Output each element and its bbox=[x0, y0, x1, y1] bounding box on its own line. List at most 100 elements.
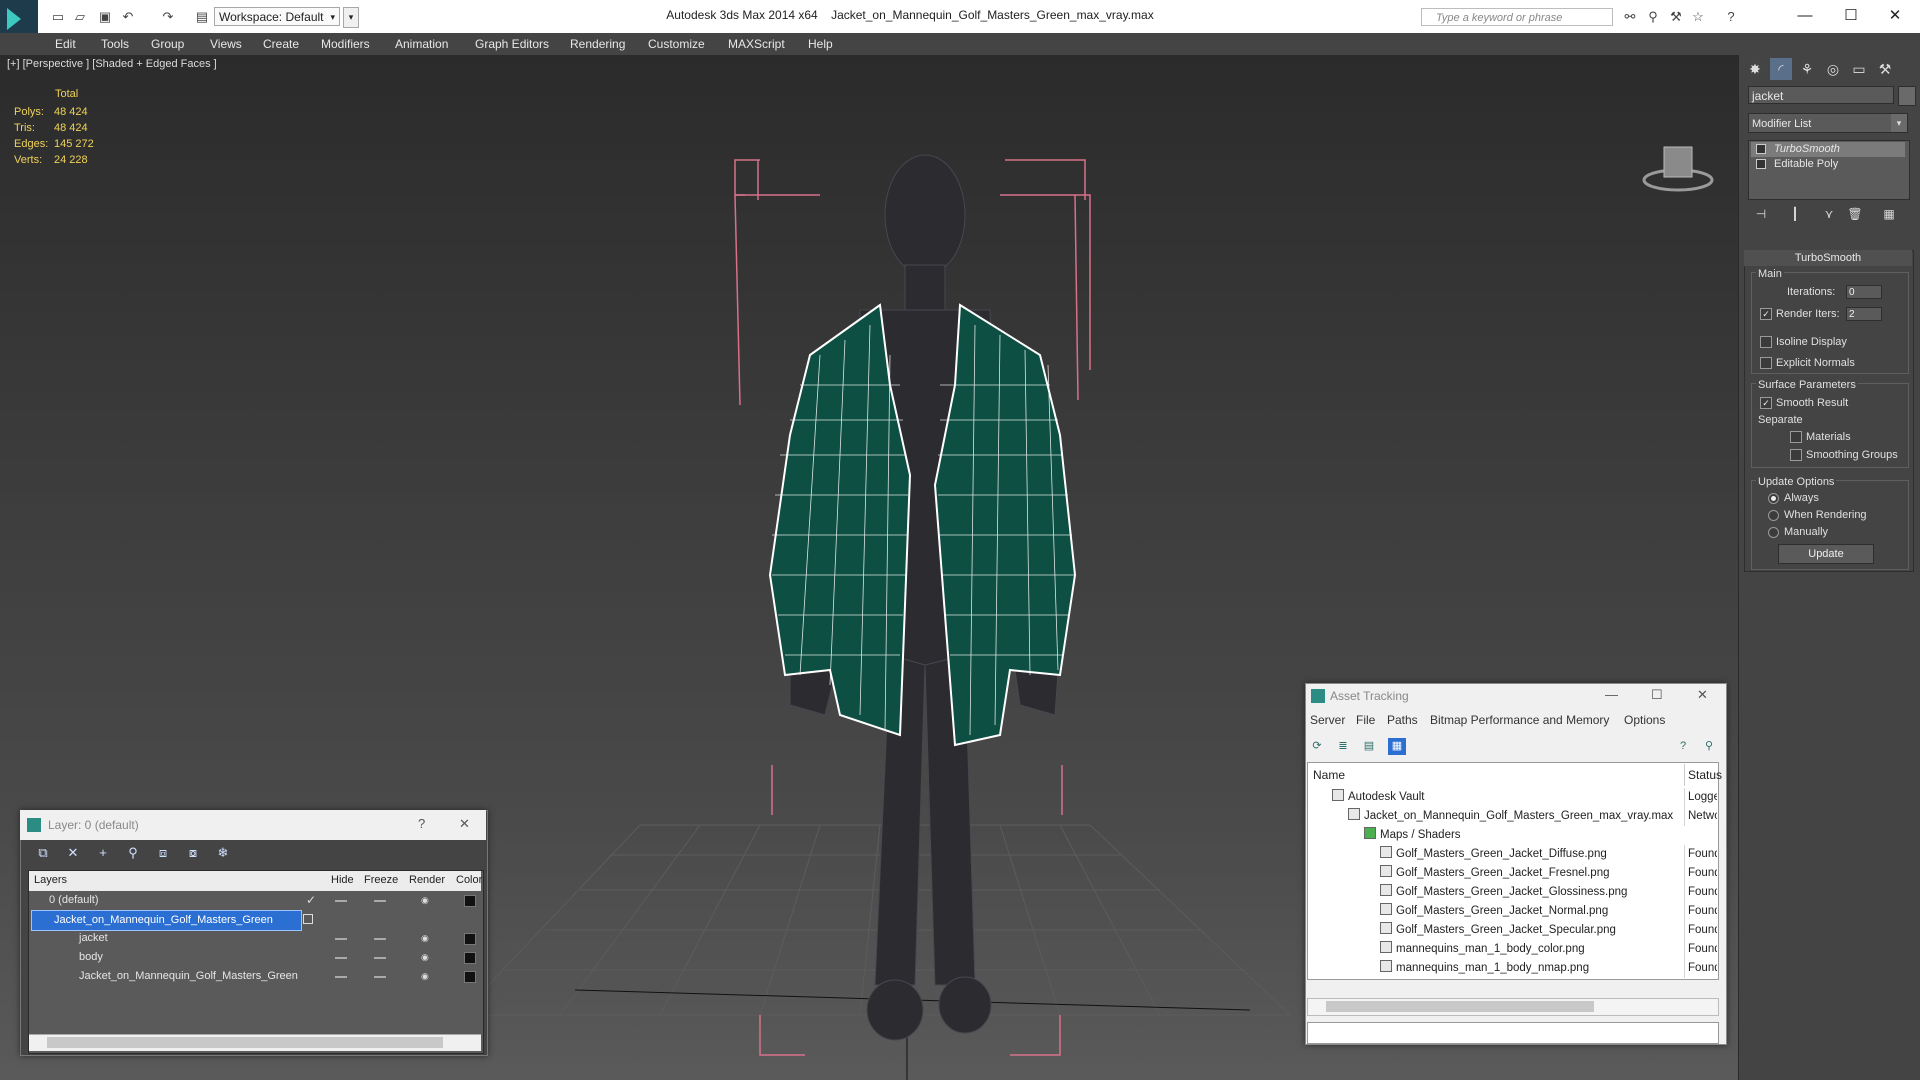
quick-access-customize-button[interactable]: ▾ bbox=[343, 7, 359, 28]
menu-create[interactable]: Create bbox=[263, 33, 299, 55]
stack-item-turbosmooth[interactable]: TurboSmooth bbox=[1751, 142, 1905, 157]
delete-layer-icon[interactable]: ✕ bbox=[62, 843, 84, 863]
display-tab-icon[interactable]: ▭ bbox=[1848, 58, 1870, 80]
menu-views[interactable]: Views bbox=[210, 33, 242, 55]
motion-tab-icon[interactable]: ◎ bbox=[1822, 58, 1844, 80]
freeze-toggle[interactable] bbox=[374, 957, 386, 959]
layer-color-swatch[interactable] bbox=[464, 952, 476, 964]
asset-path-field[interactable] bbox=[1307, 1022, 1719, 1044]
layer-horizontal-scrollbar[interactable] bbox=[29, 1034, 481, 1051]
freeze-toggle[interactable] bbox=[374, 900, 386, 902]
always-radio[interactable] bbox=[1768, 493, 1779, 504]
smooth-result-checkbox[interactable]: ✓ bbox=[1760, 397, 1772, 409]
asset-menu-bitmap-performance[interactable]: Bitmap Performance and Memory bbox=[1430, 713, 1609, 727]
scrollbar-thumb[interactable] bbox=[47, 1037, 443, 1048]
highlight-layer-icon[interactable]: ⧈ bbox=[152, 843, 174, 863]
render-teapot-icon[interactable]: ◉ bbox=[421, 891, 429, 910]
save-icon[interactable]: ▣ bbox=[97, 9, 113, 24]
menu-help[interactable]: Help bbox=[808, 33, 833, 55]
menu-graph-editors[interactable]: Graph Editors bbox=[475, 33, 549, 55]
smoothing-groups-checkbox[interactable] bbox=[1790, 449, 1802, 461]
asset-row[interactable]: Golf_Masters_Green_Jacket_Diffuse.png Fou… bbox=[1307, 845, 1717, 864]
show-end-result-icon[interactable]: ┃ bbox=[1786, 205, 1804, 223]
layer-col-render[interactable]: Render bbox=[409, 874, 445, 886]
layer-col-layers[interactable]: Layers bbox=[34, 874, 67, 886]
asset-col-status[interactable]: Status bbox=[1684, 764, 1722, 786]
modify-tab-icon[interactable]: ◜ bbox=[1770, 58, 1792, 80]
subscription-icon[interactable]: ⚒ bbox=[1668, 9, 1684, 24]
hide-toggle[interactable] bbox=[335, 900, 347, 902]
menu-group[interactable]: Group bbox=[151, 33, 184, 55]
menu-edit[interactable]: Edit bbox=[55, 33, 76, 55]
layer-row[interactable]: 0 (default) ✓ ◉ bbox=[29, 891, 481, 910]
create-tab-icon[interactable]: ✸ bbox=[1744, 58, 1766, 80]
search-input[interactable]: Type a keyword or phrase bbox=[1421, 8, 1613, 26]
asset-menu-paths[interactable]: Paths bbox=[1387, 713, 1418, 727]
freeze-toggle[interactable] bbox=[374, 938, 386, 940]
asset-menu-file[interactable]: File bbox=[1356, 713, 1375, 727]
current-layer-toggle[interactable] bbox=[303, 914, 313, 924]
isoline-display-checkbox[interactable] bbox=[1760, 336, 1772, 348]
menu-animation[interactable]: Animation bbox=[395, 33, 448, 55]
explicit-normals-checkbox[interactable] bbox=[1760, 357, 1772, 369]
add-to-layer-icon[interactable]: + bbox=[92, 843, 114, 863]
close-button[interactable]: ✕ bbox=[1876, 5, 1914, 27]
layer-row[interactable]: jacket ◉ bbox=[29, 929, 481, 948]
freeze-toggle[interactable] bbox=[374, 976, 386, 978]
viewport-label[interactable]: [+] [Perspective ] [Shaded + Edged Faces… bbox=[7, 58, 217, 70]
asset-row[interactable]: mannequins_man_1_body_nmap.png Found bbox=[1307, 959, 1717, 978]
layer-col-freeze[interactable]: Freeze bbox=[364, 874, 398, 886]
when-rendering-radio[interactable] bbox=[1768, 510, 1779, 521]
workspace-dropdown[interactable]: Workspace: Default ▾ bbox=[214, 7, 340, 26]
render-iters-spinner[interactable]: 2 bbox=[1846, 307, 1882, 321]
hide-toggle[interactable] bbox=[335, 976, 347, 978]
asset-row[interactable]: Maps / Shaders bbox=[1307, 826, 1717, 845]
new-file-icon[interactable]: ▭ bbox=[50, 9, 66, 24]
binoculars-icon[interactable]: ⚯ bbox=[1622, 9, 1638, 24]
project-folder-icon[interactable]: ▤ bbox=[194, 9, 210, 24]
asset-pin-icon[interactable]: ⚲ bbox=[1700, 738, 1718, 755]
favorites-icon[interactable]: ☆ bbox=[1690, 9, 1706, 24]
minimize-button[interactable]: — bbox=[1786, 5, 1824, 27]
thumbnail-view-icon[interactable]: ▤ bbox=[1360, 738, 1378, 755]
menu-maxscript[interactable]: MAXScript bbox=[728, 33, 785, 55]
undo-icon[interactable]: ↶ bbox=[120, 9, 136, 24]
menu-rendering[interactable]: Rendering bbox=[570, 33, 625, 55]
asset-minimize-button[interactable]: — bbox=[1605, 687, 1618, 702]
asset-row[interactable]: Jacket_on_Mannequin_Golf_Masters_Green_m… bbox=[1307, 807, 1717, 826]
hierarchy-tab-icon[interactable]: ⚘ bbox=[1796, 58, 1818, 80]
update-button[interactable]: Update bbox=[1778, 544, 1874, 564]
hide-toggle[interactable] bbox=[335, 957, 347, 959]
render-teapot-icon[interactable]: ◉ bbox=[421, 929, 429, 948]
menu-modifiers[interactable]: Modifiers bbox=[321, 33, 370, 55]
menu-customize[interactable]: Customize bbox=[648, 33, 705, 55]
open-file-icon[interactable]: ▱ bbox=[72, 9, 88, 24]
table-view-icon[interactable]: ▦ bbox=[1388, 738, 1406, 755]
redo-icon[interactable]: ↷ bbox=[160, 9, 176, 24]
render-teapot-icon[interactable]: ◉ bbox=[421, 948, 429, 967]
help-icon[interactable]: ? bbox=[1723, 9, 1739, 24]
asset-menu-options[interactable]: Options bbox=[1624, 713, 1665, 727]
layer-help-button[interactable]: ? bbox=[418, 816, 425, 831]
layer-color-swatch[interactable] bbox=[464, 971, 476, 983]
materials-checkbox[interactable] bbox=[1790, 431, 1802, 443]
utilities-tab-icon[interactable]: ⚒ bbox=[1874, 58, 1896, 80]
modifier-list-dropdown[interactable]: Modifier List ▾ bbox=[1748, 113, 1908, 133]
layer-col-color[interactable]: Color bbox=[456, 874, 482, 886]
object-name-field[interactable]: jacket bbox=[1748, 86, 1894, 104]
render-iters-checkbox[interactable]: ✓ bbox=[1760, 308, 1772, 320]
asset-menu-server[interactable]: Server bbox=[1310, 713, 1345, 727]
scrollbar-thumb[interactable] bbox=[1326, 1001, 1594, 1012]
asset-row[interactable]: Golf_Masters_Green_Jacket_Specular.png Fo… bbox=[1307, 921, 1717, 940]
manually-radio[interactable] bbox=[1768, 527, 1779, 538]
pin-stack-icon[interactable]: ⊣ bbox=[1752, 205, 1770, 223]
hide-all-icon[interactable]: ⧇ bbox=[182, 843, 204, 863]
make-unique-icon[interactable]: ⋎ bbox=[1820, 205, 1838, 223]
layer-color-swatch[interactable] bbox=[464, 933, 476, 945]
layer-row-selected[interactable]: Jacket_on_Mannequin_Golf_Masters_Green bbox=[31, 910, 302, 931]
asset-maximize-button[interactable]: ☐ bbox=[1651, 687, 1663, 703]
select-objects-icon[interactable]: ⚲ bbox=[122, 843, 144, 863]
list-view-icon[interactable]: ≣ bbox=[1334, 738, 1352, 755]
layer-row[interactable]: body ◉ bbox=[29, 948, 481, 967]
object-color-swatch[interactable] bbox=[1898, 86, 1916, 106]
